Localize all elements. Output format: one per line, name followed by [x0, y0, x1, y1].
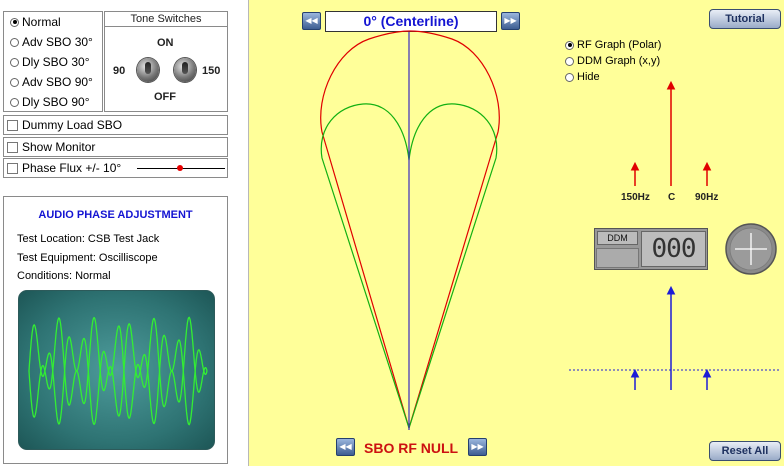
ddm-lower-panel — [596, 248, 639, 268]
mode-radio-dly-sbo-30[interactable]: Dly SBO 30° — [10, 53, 90, 71]
reset-all-button[interactable]: Reset All — [709, 441, 781, 461]
toggle-switch-150hz[interactable] — [174, 58, 196, 82]
mode-group: Normal Adv SBO 30° Dly SBO 30° Adv SBO 9… — [3, 11, 103, 112]
mode-label: Dly SBO 90° — [22, 95, 90, 109]
mode-radio-normal[interactable]: Normal — [10, 13, 61, 31]
switch-on-label: ON — [157, 37, 174, 49]
audio-phase-panel: AUDIO PHASE ADJUSTMENT Test Location: CS… — [3, 196, 228, 464]
radio-icon — [10, 37, 19, 47]
show-monitor-checkbox[interactable]: Show Monitor — [3, 137, 228, 157]
freq-label-150hz: 150Hz — [621, 192, 650, 203]
checkbox-label: Phase Flux +/- 10° — [22, 161, 122, 175]
checkbox-label: Show Monitor — [22, 140, 96, 154]
mode-label: Adv SBO 30° — [22, 35, 93, 49]
crosshair-indicator-icon — [725, 223, 777, 275]
ddm-graph-radio[interactable]: DDM Graph (x,y) — [565, 53, 660, 69]
graph-panel: ◀◀ 0° (Centerline) ▶▶ Tutorial ◀◀ SBO RF… — [248, 0, 784, 466]
next-null-button[interactable]: ▶▶ — [468, 438, 487, 456]
control-panel: Normal Adv SBO 30° Dly SBO 30° Adv SBO 9… — [0, 0, 248, 466]
radio-selected-icon — [565, 40, 574, 50]
oscilloscope-traces — [28, 316, 208, 426]
switch-left-value: 90 — [113, 65, 126, 77]
radio-icon — [10, 57, 19, 67]
oscilloscope-screen — [18, 290, 215, 450]
conditions-text: Conditions: Normal — [17, 270, 111, 282]
radio-icon — [565, 72, 574, 82]
ddm-meter: DDM 000 — [594, 228, 708, 270]
mode-label: Dly SBO 30° — [22, 55, 90, 69]
mode-label: Adv SBO 90° — [22, 75, 93, 89]
graph-option-label: RF Graph (Polar) — [577, 39, 662, 51]
checkbox-icon — [7, 119, 18, 131]
radio-icon — [10, 77, 19, 87]
graph-option-label: DDM Graph (x,y) — [577, 55, 661, 67]
phase-flux-checkbox[interactable]: Phase Flux +/- 10° — [3, 158, 228, 178]
checkbox-label: Dummy Load SBO — [22, 118, 123, 132]
ddm-readout: 000 — [641, 231, 706, 267]
graph-option-label: Hide — [577, 71, 600, 83]
toggle-lever-icon — [182, 62, 188, 74]
tone-switches-group: Tone Switches ON 90 150 OFF — [104, 11, 228, 112]
toggle-lever-icon — [145, 62, 151, 74]
mode-label: Normal — [22, 15, 61, 29]
fast-forward-icon: ▶▶ — [471, 442, 484, 451]
toggle-switch-90hz[interactable] — [137, 58, 159, 82]
sbo-rf-null-label: SBO RF NULL — [364, 440, 459, 456]
radio-selected-icon — [10, 17, 19, 27]
prev-null-button[interactable]: ◀◀ — [336, 438, 355, 456]
switch-off-label: OFF — [154, 91, 176, 103]
phase-flux-slider-handle[interactable] — [177, 165, 183, 171]
checkbox-icon — [7, 162, 18, 174]
hide-graph-radio[interactable]: Hide — [565, 69, 600, 85]
mode-radio-adv-sbo-90[interactable]: Adv SBO 90° — [10, 73, 93, 91]
test-equipment-text: Test Equipment: Oscilliscope — [17, 252, 158, 264]
test-location-text: Test Location: CSB Test Jack — [17, 233, 160, 245]
rf-graph-polar-radio[interactable]: RF Graph (Polar) — [565, 37, 661, 53]
freq-label-90hz: 90Hz — [695, 192, 719, 203]
ddm-label: DDM — [597, 231, 638, 245]
radio-icon — [565, 56, 574, 66]
mode-radio-adv-sbo-30[interactable]: Adv SBO 30° — [10, 33, 93, 51]
tone-switches-title: Tone Switches — [105, 12, 227, 27]
rewind-icon: ◀◀ — [339, 442, 352, 451]
freq-label-carrier: C — [668, 192, 676, 203]
mode-radio-dly-sbo-90[interactable]: Dly SBO 90° — [10, 93, 90, 111]
switch-right-value: 150 — [202, 65, 221, 77]
dummy-load-checkbox[interactable]: Dummy Load SBO — [3, 115, 228, 135]
radio-icon — [10, 97, 19, 107]
checkbox-icon — [7, 141, 18, 153]
audio-panel-title: AUDIO PHASE ADJUSTMENT — [38, 209, 193, 221]
